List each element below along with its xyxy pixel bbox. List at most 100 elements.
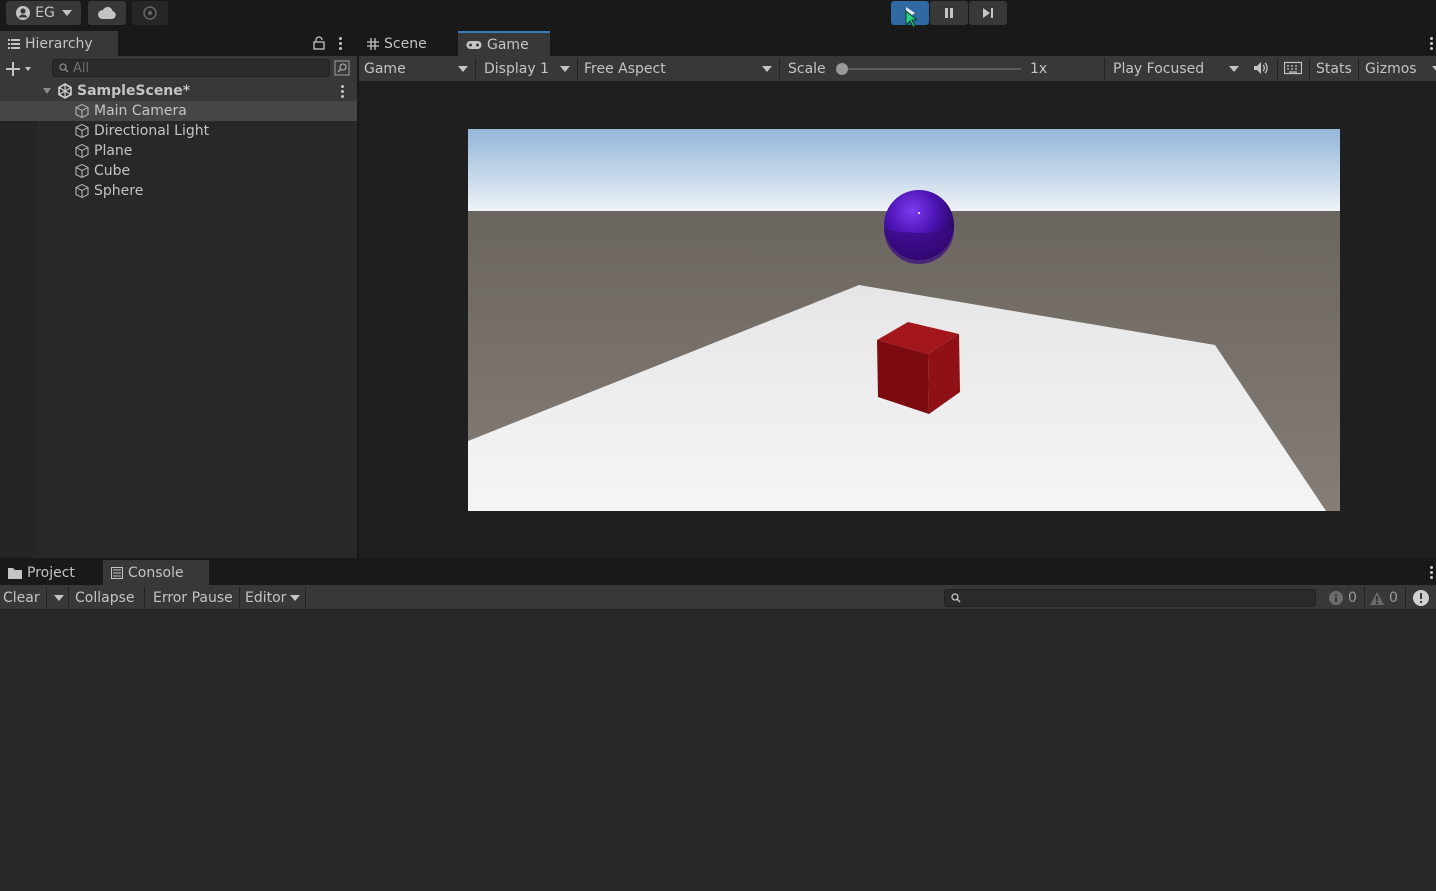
account-icon: [15, 5, 31, 21]
tab-console-label: Console: [128, 564, 184, 581]
scene-row[interactable]: SampleScene*: [0, 81, 357, 101]
console-panel: Project Console Clear Collapse Error Pau…: [0, 560, 1436, 891]
console-toolbar: Clear Collapse Error Pause Editor 0 0: [0, 585, 1436, 610]
clear-options-chevron-icon[interactable]: [54, 595, 64, 601]
pause-icon: [942, 6, 956, 20]
scale-slider-track[interactable]: [841, 68, 1021, 70]
tab-game-label: Game: [487, 36, 529, 53]
game-viewport-area: [359, 82, 1436, 558]
hierarchy-item[interactable]: Sphere: [0, 181, 357, 201]
scale-slider-handle[interactable]: [836, 63, 848, 75]
tab-console[interactable]: Console: [103, 560, 209, 585]
hierarchy-panel: Hierarchy All SampleScene* Main Camera D…: [0, 31, 357, 558]
account-label: EG: [35, 5, 55, 21]
game-render-scene: [468, 129, 1340, 511]
search-icon: [951, 593, 961, 603]
tab-scene[interactable]: Scene: [359, 31, 457, 56]
scale-value: 1x: [1030, 61, 1048, 77]
console-icon: [111, 566, 123, 579]
folder-icon: [8, 567, 22, 579]
expand-arrow-icon[interactable]: [42, 86, 52, 96]
stats-button[interactable]: Stats: [1316, 56, 1352, 82]
warning-icon: [1369, 591, 1385, 606]
chevron-down-icon: [458, 66, 468, 72]
step-icon: [981, 6, 995, 20]
tab-project[interactable]: Project: [0, 560, 100, 585]
gameobject-icon: [74, 103, 90, 119]
gameobject-icon: [74, 163, 90, 179]
play-mode-value: Play Focused: [1113, 61, 1205, 77]
chevron-down-icon: [1229, 66, 1239, 72]
play-focused-dropdown[interactable]: Play Focused: [1113, 56, 1243, 82]
search-placeholder: All: [73, 60, 90, 76]
step-button[interactable]: [969, 1, 1007, 25]
scene-menu-icon[interactable]: [341, 85, 344, 98]
game-view-panel: Scene Game Game Display 1 Free Aspect Sc…: [359, 31, 1436, 558]
hierarchy-menu-icon[interactable]: [339, 37, 342, 50]
main-toolbar: EG: [0, 0, 1436, 31]
tab-scene-label: Scene: [384, 35, 427, 52]
view-mode-value: Game: [364, 61, 406, 77]
scene-name: SampleScene*: [77, 83, 191, 99]
error-count-toggle[interactable]: [1412, 585, 1430, 611]
scene-search-icon[interactable]: [334, 60, 350, 76]
hierarchy-item-label: Cube: [94, 163, 131, 179]
tab-hierarchy[interactable]: Hierarchy: [0, 31, 118, 56]
unity-scene-icon: [57, 83, 73, 99]
hierarchy-item-label: Sphere: [94, 183, 144, 199]
game-toolbar: Game Display 1 Free Aspect Scale 1x Play…: [359, 56, 1436, 82]
view-menu-icon[interactable]: [1430, 37, 1433, 50]
collab-button[interactable]: [132, 1, 168, 25]
info-count-toggle[interactable]: 0: [1328, 585, 1357, 611]
warning-count-toggle[interactable]: 0: [1369, 585, 1398, 611]
cloud-button[interactable]: [88, 1, 126, 25]
hierarchy-item[interactable]: Plane: [0, 141, 357, 161]
add-icon[interactable]: [6, 61, 32, 77]
console-tabstrip: Project Console: [0, 560, 1436, 585]
grid-icon: [367, 37, 379, 50]
gamepad-icon: [466, 40, 482, 50]
hierarchy-item-label: Directional Light: [94, 123, 210, 139]
hierarchy-search-input[interactable]: All: [52, 59, 330, 77]
tab-project-label: Project: [27, 564, 75, 581]
view-tabstrip: Scene Game: [359, 31, 1436, 56]
mouse-cursor-icon: [905, 10, 917, 28]
error-icon: [1412, 589, 1430, 607]
account-dropdown[interactable]: EG: [6, 1, 81, 25]
error-pause-button[interactable]: Error Pause: [153, 585, 233, 611]
clear-button[interactable]: Clear: [3, 585, 40, 611]
info-icon: [1328, 590, 1344, 606]
cube: [877, 322, 960, 414]
game-render[interactable]: [468, 129, 1340, 511]
editor-chevron-icon: [290, 595, 300, 601]
gameobject-icon: [74, 123, 90, 139]
hierarchy-item-label: Plane: [94, 143, 133, 159]
tab-hierarchy-label: Hierarchy: [25, 35, 93, 52]
gameobject-icon: [74, 183, 90, 199]
gizmos-chevron-icon[interactable]: [1432, 66, 1436, 72]
display-dropdown[interactable]: Display 1: [484, 56, 574, 82]
tab-game[interactable]: Game: [458, 31, 550, 56]
hierarchy-item-label: Main Camera: [94, 103, 187, 119]
view-mode-dropdown[interactable]: Game: [364, 56, 472, 82]
warning-count: 0: [1389, 590, 1398, 606]
cloud-icon: [97, 6, 117, 20]
aspect-dropdown[interactable]: Free Aspect: [584, 56, 776, 82]
gizmos-button[interactable]: Gizmos: [1365, 56, 1417, 82]
pause-button[interactable]: [930, 1, 968, 25]
chevron-down-icon: [61, 10, 72, 16]
keyboard-shortcuts-icon[interactable]: [1284, 61, 1302, 75]
hierarchy-item[interactable]: Cube: [0, 161, 357, 181]
sphere: [884, 190, 954, 264]
collapse-button[interactable]: Collapse: [75, 585, 135, 611]
editor-dropdown[interactable]: Editor: [245, 585, 286, 611]
hierarchy-item[interactable]: Directional Light: [0, 121, 357, 141]
console-search-input[interactable]: [944, 589, 1316, 607]
gameobject-icon: [74, 143, 90, 159]
mute-audio-icon[interactable]: [1253, 61, 1269, 75]
lock-icon[interactable]: [313, 36, 325, 50]
display-value: Display 1: [484, 61, 549, 77]
console-menu-icon[interactable]: [1430, 566, 1433, 579]
hierarchy-item[interactable]: Main Camera: [0, 101, 357, 121]
list-icon: [8, 38, 20, 49]
